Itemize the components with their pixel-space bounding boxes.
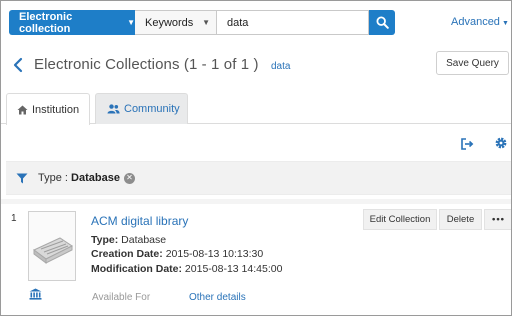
search-scope-label: Electronic collection (19, 10, 73, 35)
query-tag-link[interactable]: data (271, 61, 290, 72)
chevron-down-icon: ▼ (501, 20, 509, 27)
section-divider (1, 199, 511, 204)
filter-value: Database (71, 172, 120, 184)
result-title-link[interactable]: ACM digital library (91, 214, 188, 228)
creation-date-value: 2015-08-13 10:13:30 (165, 248, 264, 260)
database-icon (33, 237, 73, 264)
creation-date-label: Creation Date: (91, 248, 163, 260)
page-title: Electronic Collections (1 - 1 of 1 ) (34, 56, 259, 73)
filter-icon (16, 173, 28, 183)
app-frame: Electronic collection ▼ Keywords ▼ Advan… (0, 0, 512, 316)
gear-icon[interactable] (494, 136, 508, 150)
result-modification-date: Modification Date: 2015-08-13 14:45:00 (91, 263, 282, 275)
search-icon (375, 16, 389, 29)
chevron-down-icon: ▼ (127, 18, 135, 27)
modification-date-label: Modification Date: (91, 263, 182, 275)
result-count: (1 - 1 of 1 ) (183, 56, 259, 73)
edit-collection-button[interactable]: Edit Collection (363, 209, 437, 230)
tab-institution[interactable]: Institution (6, 93, 90, 125)
page-title-text: Electronic Collections (34, 56, 180, 73)
type-value: Database (121, 234, 167, 246)
remove-filter-icon[interactable]: ✕ (123, 172, 135, 184)
type-label: Type: (91, 234, 119, 246)
delete-button[interactable]: Delete (439, 209, 482, 230)
home-icon (17, 105, 28, 114)
collection-thumbnail (28, 211, 76, 281)
more-actions-button[interactable]: ••• (484, 209, 511, 230)
result-index: 1 (11, 213, 17, 224)
tab-community-label: Community (124, 103, 180, 115)
search-field-label: Keywords (145, 16, 194, 29)
active-filter-bar: Type : Database ✕ (6, 161, 511, 195)
modification-date-value: 2015-08-13 14:45:00 (184, 263, 283, 275)
result-type: Type: Database (91, 234, 166, 246)
result-creation-date: Creation Date: 2015-08-13 10:13:30 (91, 248, 263, 260)
tab-community[interactable]: Community (95, 93, 188, 124)
save-query-button[interactable]: Save Query (436, 51, 509, 75)
other-details-link[interactable]: Other details (189, 292, 246, 303)
available-for-label: Available For (92, 292, 151, 303)
export-icon[interactable] (460, 137, 474, 151)
advanced-search-label: Advanced (451, 16, 500, 28)
filter-label: Type : (38, 172, 72, 184)
advanced-search-link[interactable]: Advanced ▼ (451, 16, 509, 28)
search-button[interactable] (369, 10, 395, 35)
tab-institution-label: Institution (32, 103, 80, 116)
chevron-down-icon: ▼ (202, 18, 210, 27)
users-icon (107, 104, 120, 114)
back-arrow-icon[interactable] (11, 57, 25, 73)
search-scope-dropdown[interactable]: Electronic collection ▼ (9, 10, 135, 35)
search-field-dropdown[interactable]: Keywords ▼ (135, 10, 217, 35)
search-input[interactable] (217, 10, 369, 35)
filter-chip: Type : Database (38, 172, 120, 184)
institution-icon (29, 288, 42, 300)
